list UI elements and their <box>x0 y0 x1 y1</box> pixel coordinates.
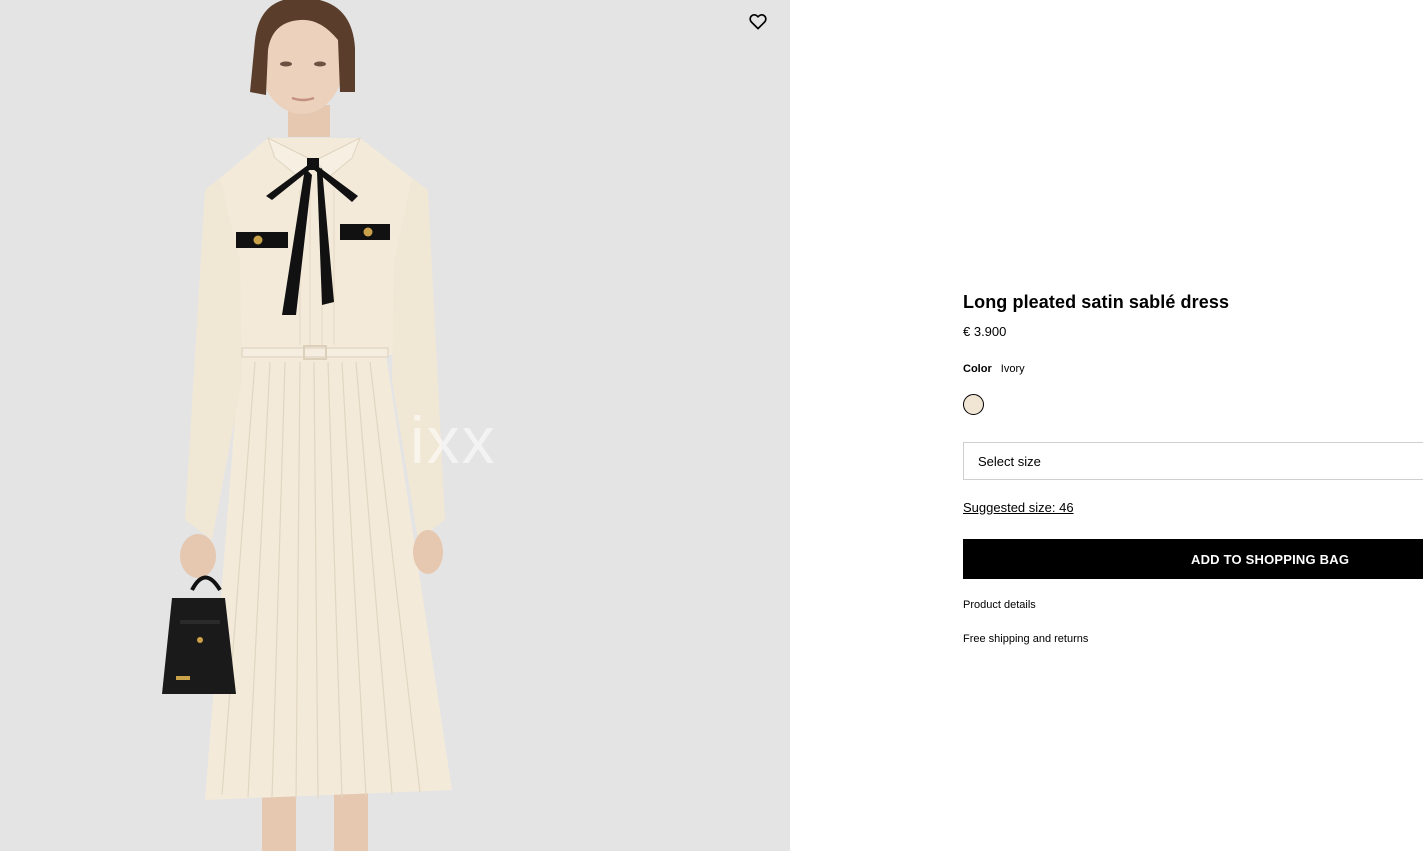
add-to-shopping-bag-label: ADD TO SHOPPING BAG <box>1191 552 1350 567</box>
product-photo <box>0 0 790 851</box>
product-details-link[interactable]: Product details <box>963 599 1036 611</box>
size-select-placeholder: Select size <box>978 453 1041 469</box>
suggested-size-link[interactable]: Suggested size: 46 <box>963 500 1074 515</box>
heart-icon <box>749 13 767 29</box>
color-label: Color <box>963 363 992 375</box>
color-swatch-ivory[interactable] <box>963 394 984 415</box>
shipping-returns-link[interactable]: Free shipping and returns <box>963 633 1088 645</box>
size-select[interactable]: Select size <box>963 442 1423 480</box>
product-price: € 3.900 <box>963 324 1007 339</box>
product-info-panel: Long pleated satin sablé dress € 3.900 C… <box>963 0 1423 851</box>
watermark-text: ixx <box>410 403 497 477</box>
color-row: Color Ivory <box>963 363 1025 375</box>
product-title: Long pleated satin sablé dress <box>963 292 1230 312</box>
color-value: Ivory <box>1000 363 1025 375</box>
product-image-panel: ixx <box>0 0 790 851</box>
add-to-shopping-bag-button[interactable]: ADD TO SHOPPING BAG <box>963 539 1423 579</box>
product-page: ixx Long pleated satin sablé dress € 3.9… <box>0 0 1423 851</box>
add-to-wishlist-button[interactable] <box>745 8 771 34</box>
